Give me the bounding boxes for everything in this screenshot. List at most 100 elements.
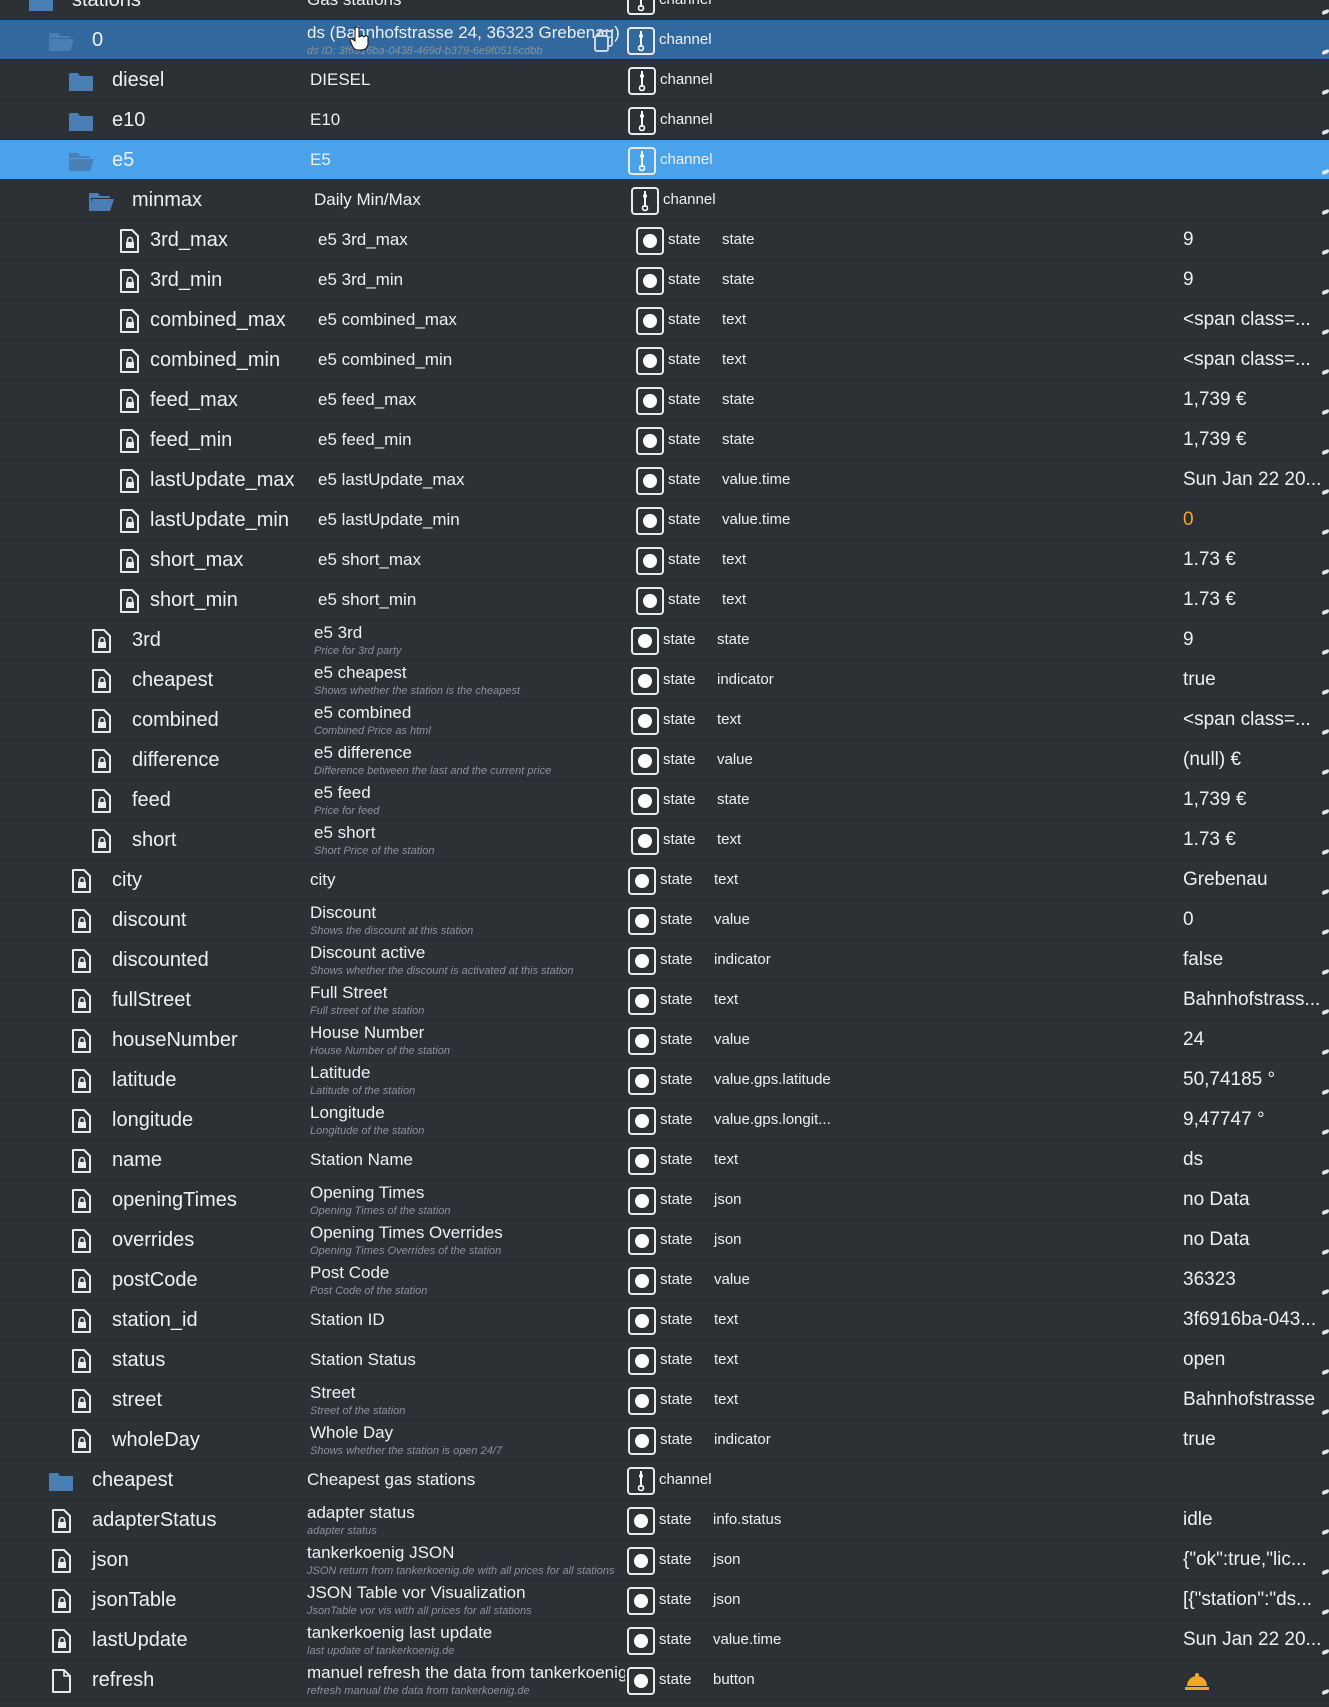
object-value[interactable]: false: [1183, 940, 1323, 980]
object-value[interactable]: idle: [1183, 1500, 1323, 1540]
tree-row[interactable]: feed e5 feed Price for feed state state 1,739…: [0, 780, 1329, 820]
object-value[interactable]: Sun Jan 22 20...: [1183, 1620, 1323, 1660]
tree-row[interactable]: discounted Discount active Shows whether t…: [0, 940, 1329, 980]
tree-row[interactable]: lastUpdate_max e5 lastUpdate_max state valu…: [0, 460, 1329, 500]
tree-row[interactable]: 0 ds (Bahnhofstrasse 24, 36323 Grebenau) d…: [0, 20, 1329, 60]
object-value[interactable]: true: [1183, 660, 1323, 700]
tree-row[interactable]: combined_max e5 combined_max state text <spa…: [0, 300, 1329, 340]
folder-icon[interactable]: [48, 1468, 74, 1494]
object-value[interactable]: <span class=...: [1183, 340, 1323, 380]
state-file-icon: [68, 988, 94, 1014]
folder-open-icon[interactable]: [68, 148, 94, 174]
object-value[interactable]: 1,739 €: [1183, 380, 1323, 420]
object-id: adapterStatus: [92, 1509, 217, 1531]
object-value[interactable]: true: [1183, 1420, 1323, 1460]
object-value[interactable]: 1.73 €: [1183, 820, 1323, 860]
object-value[interactable]: [{"station":"ds...: [1183, 1580, 1323, 1620]
tree-row[interactable]: 3rd_min e5 3rd_min state state 9: [0, 260, 1329, 300]
folder-open-icon[interactable]: [48, 28, 74, 54]
folder-icon[interactable]: [28, 0, 54, 14]
tree-row[interactable]: jsonTable JSON Table vor Visualization Jso…: [0, 1580, 1329, 1620]
tree-row[interactable]: postCode Post Code Post Code of the statio…: [0, 1260, 1329, 1300]
tree-row[interactable]: json tankerkoenig JSON JSON return from ta…: [0, 1540, 1329, 1580]
object-value[interactable]: 0: [1183, 500, 1323, 540]
tree-row[interactable]: adapterStatus adapter status adapter statu…: [0, 1500, 1329, 1540]
folder-open-icon[interactable]: [88, 188, 114, 214]
object-value[interactable]: 24: [1183, 1020, 1323, 1060]
tree-row[interactable]: diesel DIESEL channel: [0, 60, 1329, 100]
object-value[interactable]: 9: [1183, 220, 1323, 260]
object-value[interactable]: <span class=...: [1183, 700, 1323, 740]
tree-row[interactable]: fullStreet Full Street Full street of the …: [0, 980, 1329, 1020]
object-value[interactable]: no Data: [1183, 1180, 1323, 1220]
tree-row[interactable]: houseNumber House Number House Number of t…: [0, 1020, 1329, 1060]
tree-row[interactable]: cheapest e5 cheapest Shows whether the sta…: [0, 660, 1329, 700]
object-value[interactable]: open: [1183, 1340, 1323, 1380]
tree-row[interactable]: longitude Longitude Longitude of the stati…: [0, 1100, 1329, 1140]
tree-row[interactable]: difference e5 difference Difference betwee…: [0, 740, 1329, 780]
state-file-icon: [116, 468, 142, 494]
object-value[interactable]: 1,739 €: [1183, 420, 1323, 460]
tree-row[interactable]: city city state text Grebenau: [0, 860, 1329, 900]
folder-icon[interactable]: [68, 108, 94, 134]
tree-row[interactable]: stations Gas stations channel: [0, 0, 1329, 20]
tree-row[interactable]: status Station Status state text open: [0, 1340, 1329, 1380]
tree-row[interactable]: refresh manuel refresh the data from tank…: [0, 1660, 1329, 1700]
tree-row[interactable]: lastUpdate tankerkoenig last update last u…: [0, 1620, 1329, 1660]
object-value[interactable]: 1,739 €: [1183, 780, 1323, 820]
copy-icon[interactable]: [594, 30, 614, 52]
tree-row[interactable]: short_max e5 short_max state text 1.73 €: [0, 540, 1329, 580]
object-value[interactable]: Bahnhofstrasse: [1183, 1380, 1323, 1420]
scroll-edge-marker: [1322, 568, 1329, 576]
object-value[interactable]: Bahnhofstrass...: [1183, 980, 1323, 1020]
tree-row[interactable]: discount Discount Shows the discount at th…: [0, 900, 1329, 940]
object-value[interactable]: 50,74185 °: [1183, 1060, 1323, 1100]
object-value[interactable]: 1.73 €: [1183, 580, 1323, 620]
tree-row[interactable]: combined e5 combined Combined Price as htm…: [0, 700, 1329, 740]
object-value[interactable]: no Data: [1183, 1220, 1323, 1260]
object-value[interactable]: {"ok":true,"lic...: [1183, 1540, 1323, 1580]
tree-row[interactable]: short_min e5 short_min state text 1.73 €: [0, 580, 1329, 620]
tree-row[interactable]: station_id Station ID state text 3f6916ba-04…: [0, 1300, 1329, 1340]
object-value[interactable]: <span class=...: [1183, 300, 1323, 340]
tree-row[interactable]: e5 E5 channel: [0, 140, 1329, 180]
folder-icon[interactable]: [68, 68, 94, 94]
tree-row[interactable]: overrides Opening Times Overrides Opening …: [0, 1220, 1329, 1260]
object-id: combined_max: [150, 309, 286, 331]
object-value[interactable]: ds: [1183, 1140, 1323, 1180]
tree-row[interactable]: street Street Street of the station state te…: [0, 1380, 1329, 1420]
object-title: Station Name: [310, 1150, 413, 1169]
object-value[interactable]: 9: [1183, 620, 1323, 660]
tree-row[interactable]: 3rd e5 3rd Price for 3rd party state state 9: [0, 620, 1329, 660]
object-value[interactable]: 9,47747 °: [1183, 1100, 1323, 1140]
tree-row[interactable]: latitude Latitude Latitude of the station s…: [0, 1060, 1329, 1100]
object-value[interactable]: 3f6916ba-043...: [1183, 1300, 1323, 1340]
object-value[interactable]: (null) €: [1183, 740, 1323, 780]
object-value[interactable]: 9: [1183, 260, 1323, 300]
object-value[interactable]: Sun Jan 22 20...: [1183, 460, 1323, 500]
object-value[interactable]: Grebenau: [1183, 860, 1323, 900]
state-file-icon: [68, 1268, 94, 1294]
tree-row[interactable]: feed_max e5 feed_max state state 1,739 €: [0, 380, 1329, 420]
bell-icon[interactable]: [1183, 1660, 1323, 1700]
object-type: state: [668, 231, 701, 248]
object-value[interactable]: 1.73 €: [1183, 540, 1323, 580]
tree-row[interactable]: combined_min e5 combined_min state text <spa…: [0, 340, 1329, 380]
tree-row[interactable]: cheapest Cheapest gas stations channel: [0, 1460, 1329, 1500]
channel-icon: [628, 107, 656, 135]
tree-row[interactable]: name Station Name state text ds: [0, 1140, 1329, 1180]
tree-row[interactable]: lastUpdate_min e5 lastUpdate_min state valu…: [0, 500, 1329, 540]
state-file-icon: [68, 1188, 94, 1214]
tree-row[interactable]: openingTimes Opening Times Opening Times o…: [0, 1180, 1329, 1220]
object-role: json: [714, 1191, 742, 1208]
tree-row[interactable]: short e5 short Short Price of the station s…: [0, 820, 1329, 860]
object-description: Shows whether the station is the cheapes…: [314, 685, 521, 697]
tree-row[interactable]: 3rd_max e5 3rd_max state state 9: [0, 220, 1329, 260]
state-file-icon: [68, 1428, 94, 1454]
object-value[interactable]: 36323: [1183, 1260, 1323, 1300]
tree-row[interactable]: e10 E10 channel: [0, 100, 1329, 140]
object-value[interactable]: 0: [1183, 900, 1323, 940]
tree-row[interactable]: wholeDay Whole Day Shows whether the stati…: [0, 1420, 1329, 1460]
tree-row[interactable]: feed_min e5 feed_min state state 1,739 €: [0, 420, 1329, 460]
tree-row[interactable]: minmax Daily Min/Max channel: [0, 180, 1329, 220]
